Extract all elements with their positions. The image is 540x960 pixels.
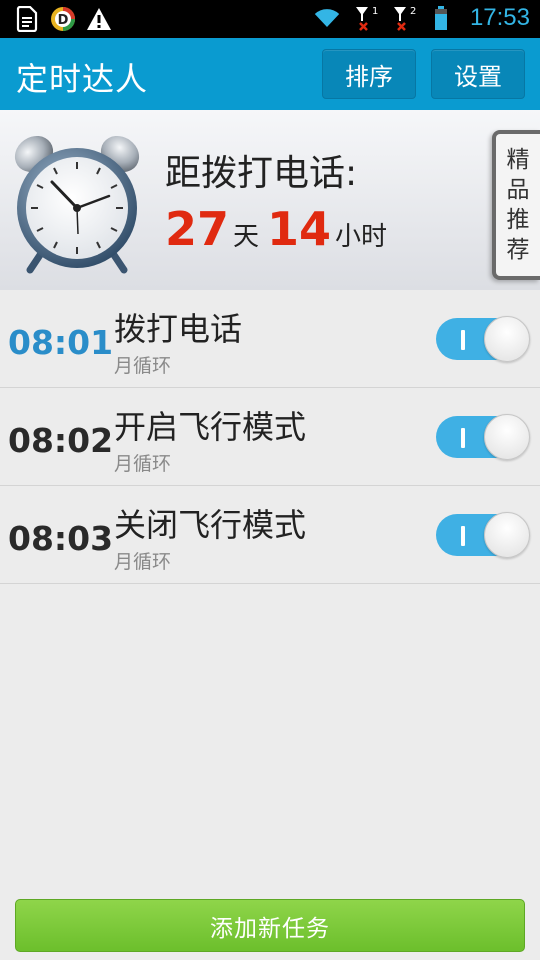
task-repeat: 月循环	[114, 453, 172, 475]
status-bar: D 1 2 17:53	[0, 0, 540, 38]
countdown-panel: 距拨打电话: 27 天 14 小时 精 品 推 荐	[0, 110, 540, 290]
task-item[interactable]: 08:01 拨打电话 月循环	[0, 290, 540, 388]
task-repeat: 月循环	[114, 355, 172, 377]
task-time: 08:02	[8, 421, 114, 460]
promo-char: 荐	[506, 237, 530, 263]
battery-icon	[428, 4, 454, 32]
alarm-clock-icon	[12, 124, 142, 274]
task-repeat: 月循环	[114, 551, 172, 573]
countdown-days-unit: 天	[233, 222, 260, 252]
task-title: 拨打电话	[114, 310, 243, 348]
toggle-knob[interactable]	[484, 414, 530, 460]
countdown-label: 距拨打电话:	[165, 153, 358, 194]
document-icon	[14, 5, 40, 33]
clock-time: 17:53	[469, 4, 530, 31]
sort-button[interactable]: 排序	[322, 49, 416, 99]
signal-sim1-icon: 1	[352, 4, 378, 32]
countdown-days: 27	[165, 202, 230, 256]
signal-sim2-icon: 2	[390, 4, 416, 32]
notification-icons: D	[14, 5, 112, 33]
task-time: 08:01	[8, 323, 114, 362]
task-time: 08:03	[8, 519, 114, 558]
app-title: 定时达人	[16, 60, 149, 98]
add-task-button[interactable]: 添加新任务	[15, 899, 525, 952]
d-app-icon: D	[50, 5, 76, 33]
task-toggle[interactable]	[436, 512, 530, 558]
sim1-label: 1	[372, 6, 378, 17]
svg-text:D: D	[58, 13, 69, 28]
task-list: 08:01 拨打电话 月循环 08:02 开启飞行模式 月循环 08:03 关闭…	[0, 290, 540, 584]
warning-icon	[86, 5, 112, 33]
task-item[interactable]: 08:02 开启飞行模式 月循环	[0, 388, 540, 486]
task-toggle[interactable]	[436, 414, 530, 460]
toggle-knob[interactable]	[484, 316, 530, 362]
task-title: 开启飞行模式	[114, 408, 307, 446]
system-icons: 1 2 17:53	[314, 4, 530, 32]
task-title: 关闭飞行模式	[114, 506, 307, 544]
promo-char: 品	[506, 177, 530, 203]
sim2-label: 2	[410, 6, 416, 17]
settings-button[interactable]: 设置	[431, 49, 525, 99]
app-bar: 定时达人 排序 设置	[0, 38, 540, 110]
wifi-icon	[314, 4, 340, 32]
promo-char: 精	[506, 147, 530, 173]
toggle-on-mark	[461, 428, 465, 448]
featured-apps-tab[interactable]: 精 品 推 荐	[492, 130, 540, 280]
toggle-knob[interactable]	[484, 512, 530, 558]
countdown-hours-unit: 小时	[335, 222, 388, 252]
toggle-on-mark	[461, 330, 465, 350]
promo-char: 推	[506, 207, 530, 233]
task-toggle[interactable]	[436, 316, 530, 362]
task-item[interactable]: 08:03 关闭飞行模式 月循环	[0, 486, 540, 584]
countdown-values: 27 天 14 小时	[165, 202, 395, 256]
toggle-on-mark	[461, 526, 465, 546]
countdown-hours: 14	[267, 202, 332, 256]
